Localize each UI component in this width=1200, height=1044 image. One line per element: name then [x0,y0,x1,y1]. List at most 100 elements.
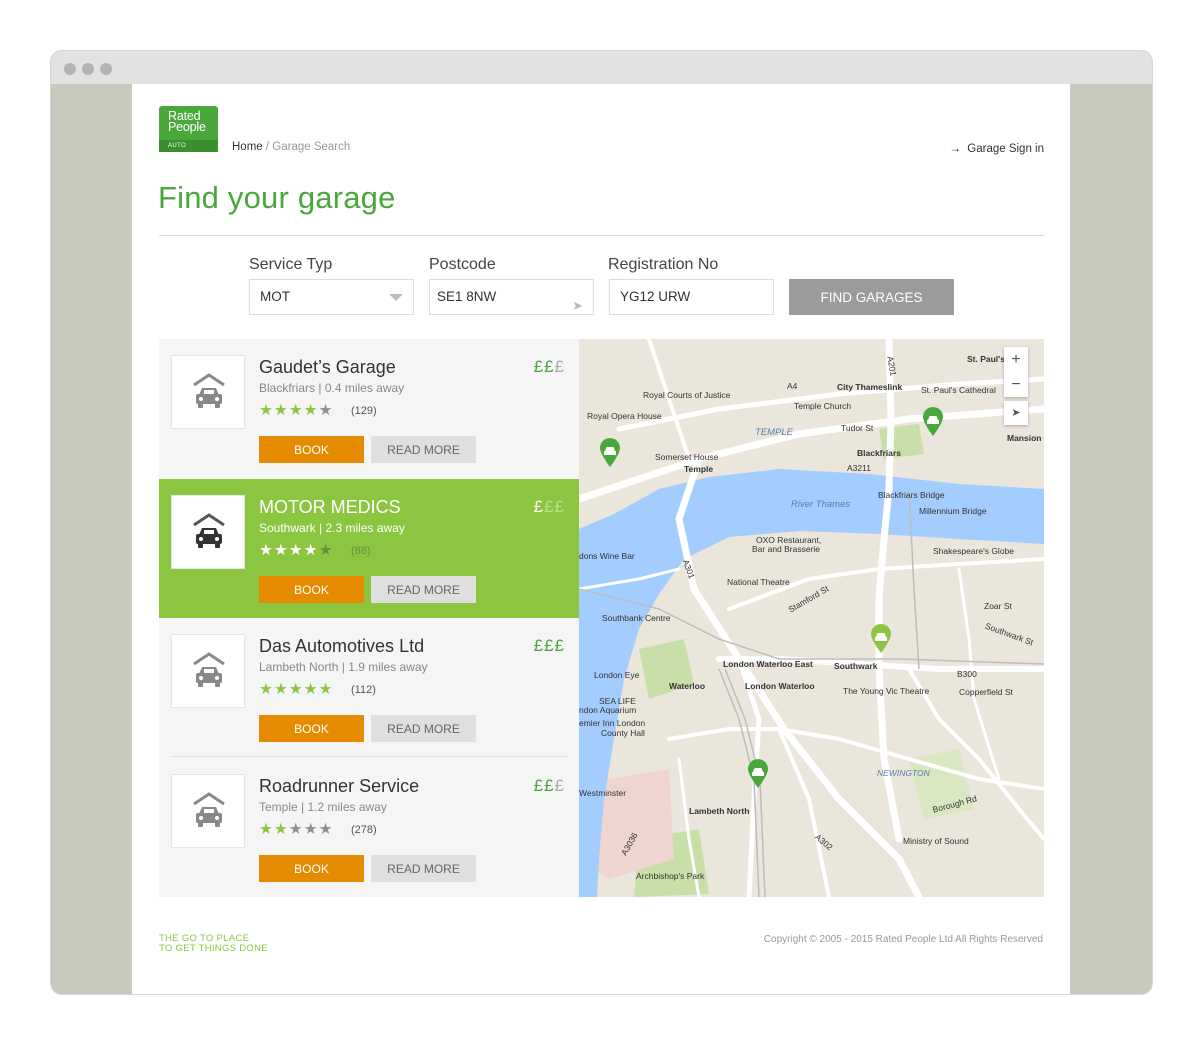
map-label: Tudor St [841,423,874,433]
find-garages-button[interactable]: FIND GARAGES [789,279,954,315]
map-label: Ministry of Sound [903,836,969,846]
star-icon: ★ [318,542,334,559]
window-dot-icon[interactable] [82,63,94,75]
zoom-in-button[interactable]: + [1004,347,1028,372]
map-label: dons Wine Bar [579,551,635,561]
rating-stars: ★★★★★ [259,820,333,839]
map-label: Royal Courts of Justice [643,390,731,400]
window-dot-icon[interactable] [64,63,76,75]
map-label: St. Paul's Cathedral [921,385,996,395]
map-label: Royal Opera House [587,411,662,421]
rated-people-logo[interactable]: Rated People AUTO [159,106,218,152]
read-more-button[interactable]: READ MORE [371,576,476,603]
postcode-input[interactable]: SE1 8NW ➤ [429,279,594,315]
garage-thumbnail [171,355,245,429]
pound-icon: ££ [544,497,565,516]
my-location-icon[interactable]: ➤ [1004,401,1028,425]
book-button[interactable]: BOOK [259,855,364,882]
garage-card[interactable]: Roadrunner Service Temple | 1.2 miles aw… [159,758,579,897]
garage-name[interactable]: Das Automotives Ltd [259,636,424,657]
window-dot-icon[interactable] [100,63,112,75]
registration-value: YG12 URW [620,289,691,304]
map-pin-icon[interactable] [599,438,621,468]
read-more-button[interactable]: READ MORE [371,715,476,742]
footer-tagline: THE GO TO PLACE TO GET THINGS DONE [159,934,268,954]
map-pin-icon[interactable] [922,407,944,437]
map-zoom-control: + − [1004,347,1028,397]
garage-thumbnail [171,634,245,708]
garage-car-icon [193,652,225,687]
book-button[interactable]: BOOK [259,436,364,463]
rating-stars: ★★★★★ [259,541,334,560]
price-level: £££ [534,357,565,377]
garage-distance: 1.9 miles away [348,660,428,674]
postcode-value: SE1 8NW [437,289,497,304]
map-label: Zoar St [984,601,1012,611]
postcode-label: Postcode [429,256,496,273]
garage-name[interactable]: Gaudet’s Garage [259,357,396,378]
breadcrumb: Home / Garage Search [232,141,350,153]
star-icon: ★ [318,402,334,419]
garage-card[interactable]: Gaudet’s Garage Blackfriars | 0.4 miles … [159,339,579,478]
map-pin-icon[interactable] [747,759,769,789]
map-label: Westminster [579,788,627,798]
map-label: Blackfriars [857,448,901,458]
zoom-out-button[interactable]: − [1004,372,1028,397]
pound-icon: £ [554,357,565,376]
service-type-value: MOT [260,289,290,304]
map-label: TEMPLE [755,427,794,438]
pound-icon: £££ [533,636,565,655]
map-label: A4 [787,381,798,391]
map-label: emier Inn London [579,718,646,728]
garage-distance: 0.4 miles away [324,381,405,395]
page-title: Find your garage [158,180,396,215]
breadcrumb-home-link[interactable]: Home [232,141,263,153]
page: Rated People AUTO Home / Garage Search →… [132,84,1070,994]
garage-name[interactable]: Roadrunner Service [259,776,419,797]
map-label: A3211 [847,463,871,473]
read-more-button[interactable]: READ MORE [371,436,476,463]
map-label: Temple Church [794,401,852,411]
map-label: City Thameslink [837,382,903,392]
logo-tag: AUTO [159,140,218,152]
copyright-text: Copyright © 2005 - 2015 Rated People Ltd… [763,934,1043,945]
garage-thumbnail [171,774,245,848]
rating-stars: ★★★★★ [259,401,334,420]
map-label: Millennium Bridge [919,506,987,516]
star-icon: ★★★ [288,821,334,838]
garage-card[interactable]: Das Automotives Ltd Lambeth North | 1.9 … [159,618,579,757]
garage-card[interactable]: MOTOR MEDICS Southwark | 2.3 miles away … [159,479,579,618]
garage-signin-link[interactable]: → Garage Sign in [949,141,1044,155]
map-label: County Hall [601,728,645,738]
garage-meta: Lambeth North | 1.9 miles away [259,660,428,674]
review-count: (112) [351,684,376,696]
map-label: Shakespeare's Globe [933,546,1015,556]
registration-label: Registration No [608,256,719,273]
garage-car-icon [193,513,225,548]
garage-results-list: Gaudet’s Garage Blackfriars | 0.4 miles … [159,339,579,897]
star-icon: ★★★★ [259,542,319,559]
book-button[interactable]: BOOK [259,715,364,742]
price-level: £££ [534,497,565,517]
map-label: Archbishop's Park [636,871,705,881]
pound-icon: ££ [533,776,555,795]
star-icon: ★★ [259,821,289,838]
map-pin-icon[interactable] [870,624,892,654]
map-label: Mansion House [1007,433,1044,443]
map-label: Blackfriars Bridge [878,490,945,500]
map[interactable]: St. Paul's City Thameslink St. Paul's Ca… [579,339,1044,897]
map-label: St. Paul's [967,354,1005,364]
registration-input[interactable]: YG12 URW [609,279,774,315]
garage-area: Temple [259,800,298,814]
garage-name[interactable]: MOTOR MEDICS [259,497,401,518]
map-label: National Theatre [727,577,790,587]
location-arrow-icon[interactable]: ➤ [572,289,583,323]
breadcrumb-current: Garage Search [272,141,351,153]
read-more-button[interactable]: READ MORE [371,855,476,882]
garage-meta: Blackfriars | 0.4 miles away [259,381,405,395]
book-button[interactable]: BOOK [259,576,364,603]
map-label: ndon Aquarium [579,705,637,715]
service-type-select[interactable]: MOT [249,279,414,315]
map-label: Southwark [834,661,878,671]
map-label: B300 [957,669,977,679]
